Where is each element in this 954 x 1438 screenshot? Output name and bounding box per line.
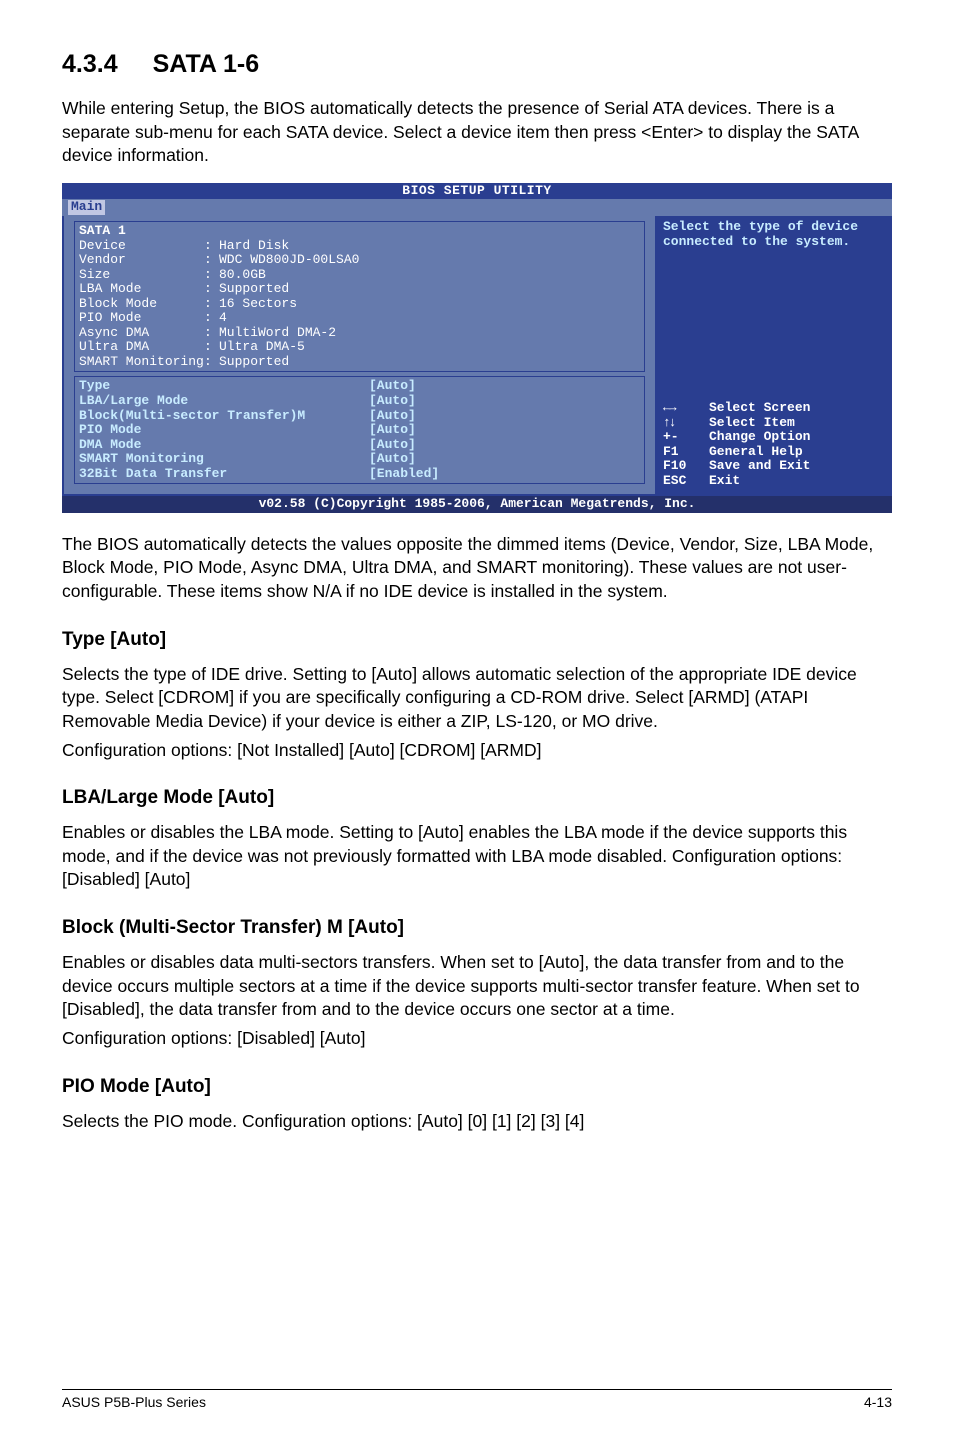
bios-field-label: Block Mode [79, 297, 204, 312]
block-body2: Configuration options: [Disabled] [Auto] [62, 1027, 892, 1051]
pio-heading: PIO Mode [Auto] [62, 1076, 892, 1098]
bios-field-label: Ultra DMA [79, 340, 204, 355]
help-key: F1 [663, 445, 709, 460]
bios-setting-label: Type [79, 379, 369, 394]
block-body1: Enables or disables data multi-sectors t… [62, 951, 892, 1022]
lba-body: Enables or disables the LBA mode. Settin… [62, 821, 892, 892]
post-bios-paragraph: The BIOS automatically detects the value… [62, 533, 892, 604]
help-key: F10 [663, 459, 709, 474]
bios-field-label: PIO Mode [79, 311, 204, 326]
bios-field-value: Ultra DMA-5 [219, 340, 305, 355]
help-key: ESC [663, 474, 709, 489]
bios-field-label: LBA Mode [79, 282, 204, 297]
bios-window: BIOS SETUP UTILITY Main SATA 1 Device:Ha… [62, 183, 892, 513]
footer-left: ASUS P5B-Plus Series [62, 1394, 206, 1410]
bios-setting: LBA/Large Mode[Auto] [79, 394, 640, 409]
section-title: SATA 1-6 [153, 50, 260, 78]
help-line: F1General Help [663, 445, 882, 460]
bios-field: Block Mode:16 Sectors [79, 297, 640, 312]
help-line: ↑↓ Select Item [663, 416, 882, 431]
bios-field: Device:Hard Disk [79, 239, 640, 254]
footer-right: 4-13 [864, 1394, 892, 1410]
help-line: F10Save and Exit [663, 459, 882, 474]
bios-settings-box: Type[Auto] LBA/Large Mode[Auto] Block(Mu… [74, 376, 645, 484]
bios-setting-label: 32Bit Data Transfer [79, 467, 369, 482]
bios-setting-value: [Auto] [369, 409, 416, 424]
bios-field: Ultra DMA:Ultra DMA-5 [79, 340, 640, 355]
help-line: ←→ Select Screen [663, 401, 882, 416]
bios-key-help: ←→ Select Screen ↑↓ Select Item +-Change O… [663, 401, 882, 488]
bios-right-panel: Select the type of device connected to t… [655, 216, 890, 494]
bios-field: PIO Mode:4 [79, 311, 640, 326]
bios-footer: v02.58 (C)Copyright 1985-2006, American … [62, 496, 892, 513]
block-heading: Block (Multi-Sector Transfer) M [Auto] [62, 917, 892, 939]
help-desc: Change Option [709, 430, 810, 445]
section-heading: 4.3.4 SATA 1-6 [62, 50, 892, 79]
bios-setting-value: [Auto] [369, 423, 416, 438]
bios-setting-value: [Auto] [369, 379, 416, 394]
help-key: +- [663, 430, 709, 445]
bios-field-value: Supported [219, 355, 289, 370]
bios-title: BIOS SETUP UTILITY [62, 183, 892, 200]
bios-field-value: 4 [219, 311, 227, 326]
bios-info-fields: Device:Hard Disk Vendor:WDC WD800JD-00LS… [79, 239, 640, 370]
bios-info-box: SATA 1 Device:Hard Disk Vendor:WDC WD800… [74, 221, 645, 372]
bios-setting: DMA Mode[Auto] [79, 438, 640, 453]
bios-field-label: Async DMA [79, 326, 204, 341]
help-desc: Select Item [709, 416, 795, 431]
section-number: 4.3.4 [62, 50, 118, 78]
bios-setting-value: [Auto] [369, 452, 416, 467]
bios-field: SMART Monitoring:Supported [79, 355, 640, 370]
bios-help-text: Select the type of device connected to t… [663, 220, 882, 249]
help-desc: Select Screen [709, 401, 810, 416]
bios-field: Size:80.0GB [79, 268, 640, 283]
bios-setting-label: LBA/Large Mode [79, 394, 369, 409]
bios-setting-value: [Auto] [369, 394, 416, 409]
bios-setting-label: PIO Mode [79, 423, 369, 438]
page-footer: ASUS P5B-Plus Series 4-13 [62, 1389, 892, 1410]
bios-tabstrip: Main [62, 199, 892, 216]
bios-setting-label: SMART Monitoring [79, 452, 369, 467]
pio-body: Selects the PIO mode. Configuration opti… [62, 1110, 892, 1134]
bios-setting: PIO Mode[Auto] [79, 423, 640, 438]
bios-tab-main: Main [68, 200, 105, 215]
bios-field-value: Hard Disk [219, 239, 289, 254]
help-desc: Exit [709, 474, 740, 489]
arrows-ud-icon: ↑↓ [663, 415, 675, 430]
help-desc: Save and Exit [709, 459, 810, 474]
bios-field: Vendor:WDC WD800JD-00LSA0 [79, 253, 640, 268]
bios-field-label: Vendor [79, 253, 204, 268]
help-line: +-Change Option [663, 430, 882, 445]
intro-paragraph: While entering Setup, the BIOS automatic… [62, 97, 892, 168]
bios-body: SATA 1 Device:Hard Disk Vendor:WDC WD800… [62, 216, 892, 496]
bios-setting-label: Block(Multi-sector Transfer)M [79, 409, 369, 424]
bios-field-value: 16 Sectors [219, 297, 297, 312]
bios-field: LBA Mode:Supported [79, 282, 640, 297]
bios-field-value: WDC WD800JD-00LSA0 [219, 253, 359, 268]
bios-field-label: SMART Monitoring [79, 355, 204, 370]
bios-field-value: MultiWord DMA-2 [219, 326, 336, 341]
bios-section-label: SATA 1 [79, 224, 640, 239]
arrows-lr-icon: ←→ [663, 400, 675, 415]
lba-heading: LBA/Large Mode [Auto] [62, 787, 892, 809]
bios-field-label: Device [79, 239, 204, 254]
bios-setting: 32Bit Data Transfer[Enabled] [79, 467, 640, 482]
bios-field: Async DMA:MultiWord DMA-2 [79, 326, 640, 341]
help-line: ESCExit [663, 474, 882, 489]
bios-field-value: Supported [219, 282, 289, 297]
bios-left-panel: SATA 1 Device:Hard Disk Vendor:WDC WD800… [64, 216, 655, 494]
bios-field-value: 80.0GB [219, 268, 266, 283]
bios-setting-value: [Enabled] [369, 467, 439, 482]
bios-setting: Type[Auto] [79, 379, 640, 394]
type-body2: Configuration options: [Not Installed] [… [62, 739, 892, 763]
help-desc: General Help [709, 445, 803, 460]
bios-setting: SMART Monitoring[Auto] [79, 452, 640, 467]
bios-field-label: Size [79, 268, 204, 283]
bios-setting-value: [Auto] [369, 438, 416, 453]
type-heading: Type [Auto] [62, 629, 892, 651]
type-body1: Selects the type of IDE drive. Setting t… [62, 663, 892, 734]
bios-setting-label: DMA Mode [79, 438, 369, 453]
bios-setting: Block(Multi-sector Transfer)M[Auto] [79, 409, 640, 424]
